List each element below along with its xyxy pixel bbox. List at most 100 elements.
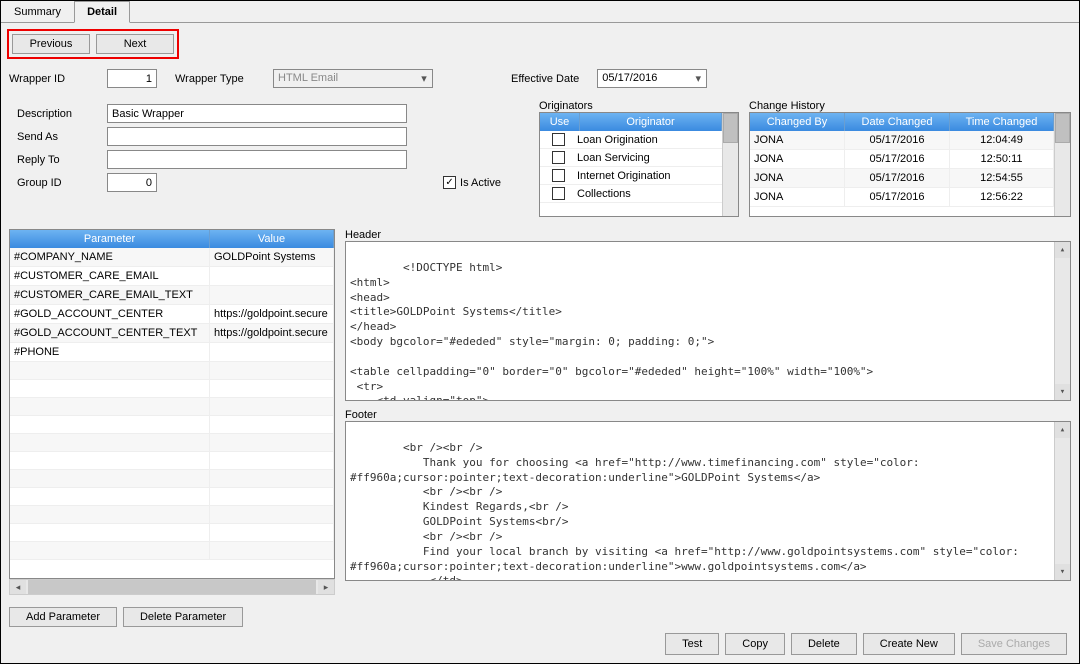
footer-textarea[interactable]: <br /><br /> Thank you for choosing <a h… (345, 421, 1071, 581)
history-row[interactable]: JONA05/17/201612:56:22 (750, 188, 1054, 207)
originator-checkbox[interactable] (552, 151, 565, 164)
history-time: 12:50:11 (950, 150, 1054, 168)
effective-date-field[interactable]: 05/17/2016 ▾ (597, 69, 707, 88)
param-row-empty (10, 398, 334, 416)
arrow-up-icon: ▴ (1055, 242, 1071, 258)
history-date: 05/17/2016 (845, 150, 950, 168)
history-date: 05/17/2016 (845, 169, 950, 187)
wrapper-type-value: HTML Email (274, 70, 416, 87)
history-row[interactable]: JONA05/17/201612:54:55 (750, 169, 1054, 188)
param-row[interactable]: #CUSTOMER_CARE_EMAIL (10, 267, 334, 286)
description-field[interactable] (107, 104, 407, 123)
history-row[interactable]: JONA05/17/201612:50:11 (750, 150, 1054, 169)
param-row-empty (10, 506, 334, 524)
originator-checkbox[interactable] (552, 169, 565, 182)
originator-row[interactable]: Loan Origination (540, 131, 722, 149)
wrapper-id-label: Wrapper ID (9, 73, 89, 85)
test-button[interactable]: Test (665, 633, 719, 655)
param-row-empty (10, 542, 334, 560)
delete-parameter-button[interactable]: Delete Parameter (123, 607, 243, 627)
history-row[interactable]: JONA05/17/201612:04:49 (750, 131, 1054, 150)
originators-col-originator: Originator (580, 113, 722, 131)
footer-content: <br /><br /> Thank you for choosing <a h… (350, 441, 1026, 581)
param-name: #CUSTOMER_CARE_EMAIL_TEXT (10, 286, 210, 304)
header-content: <!DOCTYPE html> <html> <head> <title>GOL… (350, 261, 873, 401)
history-time: 12:04:49 (950, 131, 1054, 149)
param-name: #COMPANY_NAME (10, 248, 210, 266)
param-value (210, 286, 334, 304)
param-hscrollbar[interactable]: ◂ ▸ (9, 579, 335, 595)
arrow-up-icon: ▴ (1055, 422, 1071, 438)
param-col-value: Value (210, 230, 334, 248)
originator-row[interactable]: Loan Servicing (540, 149, 722, 167)
history-col-by: Changed By (750, 113, 845, 131)
send-as-field[interactable] (107, 127, 407, 146)
nav-highlight-box: Previous Next (7, 29, 179, 59)
param-name: #GOLD_ACCOUNT_CENTER (10, 305, 210, 323)
history-date: 05/17/2016 (845, 188, 950, 206)
description-label: Description (17, 108, 97, 120)
originator-row[interactable]: Internet Origination (540, 167, 722, 185)
create-new-button[interactable]: Create New (863, 633, 955, 655)
group-id-label: Group ID (17, 177, 97, 189)
history-time: 12:56:22 (950, 188, 1054, 206)
param-name: #PHONE (10, 343, 210, 361)
wrapper-type-select[interactable]: HTML Email ▾ (273, 69, 433, 88)
param-value (210, 267, 334, 285)
originators-scrollbar[interactable] (722, 113, 738, 216)
delete-button[interactable]: Delete (791, 633, 857, 655)
footer-scrollbar[interactable]: ▴ ▾ (1054, 422, 1070, 580)
tab-detail[interactable]: Detail (74, 1, 130, 23)
param-value: GOLDPoint Systems (210, 248, 334, 266)
effective-date-value: 05/17/2016 (598, 70, 690, 87)
header-label: Header (345, 229, 1071, 241)
originator-name: Loan Servicing (577, 152, 650, 164)
send-as-label: Send As (17, 131, 97, 143)
reply-to-field[interactable] (107, 150, 407, 169)
next-button[interactable]: Next (96, 34, 174, 54)
tab-summary[interactable]: Summary (1, 1, 74, 22)
chevron-down-icon: ▾ (690, 70, 706, 87)
originator-checkbox[interactable] (552, 187, 565, 200)
history-by: JONA (750, 169, 845, 187)
header-scrollbar[interactable]: ▴ ▾ (1054, 242, 1070, 400)
originator-row[interactable]: Collections (540, 185, 722, 203)
param-row-empty (10, 434, 334, 452)
arrow-down-icon: ▾ (1055, 384, 1071, 400)
history-scrollbar[interactable] (1054, 113, 1070, 216)
param-row-empty (10, 380, 334, 398)
is-active-label: Is Active (460, 177, 501, 189)
save-changes-button[interactable]: Save Changes (961, 633, 1067, 655)
add-parameter-button[interactable]: Add Parameter (9, 607, 117, 627)
history-by: JONA (750, 188, 845, 206)
group-id-field[interactable] (107, 173, 157, 192)
param-col-parameter: Parameter (10, 230, 210, 248)
originator-name: Loan Origination (577, 134, 658, 146)
history-by: JONA (750, 131, 845, 149)
param-row-empty (10, 524, 334, 542)
param-value: https://goldpoint.secure (210, 305, 334, 323)
param-row[interactable]: #PHONE (10, 343, 334, 362)
copy-button[interactable]: Copy (725, 633, 785, 655)
originator-name: Collections (577, 188, 631, 200)
param-row-empty (10, 362, 334, 380)
header-textarea[interactable]: <!DOCTYPE html> <html> <head> <title>GOL… (345, 241, 1071, 401)
originator-checkbox[interactable] (552, 133, 565, 146)
reply-to-label: Reply To (17, 154, 97, 166)
param-row[interactable]: #GOLD_ACCOUNT_CENTERhttps://goldpoint.se… (10, 305, 334, 324)
param-name: #CUSTOMER_CARE_EMAIL (10, 267, 210, 285)
arrow-right-icon: ▸ (318, 580, 334, 594)
param-row-empty (10, 452, 334, 470)
is-active-checkbox[interactable] (443, 176, 456, 189)
wrapper-id-field[interactable] (107, 69, 157, 88)
history-by: JONA (750, 150, 845, 168)
param-row[interactable]: #GOLD_ACCOUNT_CENTER_TEXThttps://goldpoi… (10, 324, 334, 343)
previous-button[interactable]: Previous (12, 34, 90, 54)
history-date: 05/17/2016 (845, 131, 950, 149)
chevron-down-icon: ▾ (416, 70, 432, 87)
param-value (210, 343, 334, 361)
param-row[interactable]: #CUSTOMER_CARE_EMAIL_TEXT (10, 286, 334, 305)
history-time: 12:54:55 (950, 169, 1054, 187)
originators-title: Originators (539, 100, 739, 112)
param-row[interactable]: #COMPANY_NAMEGOLDPoint Systems (10, 248, 334, 267)
